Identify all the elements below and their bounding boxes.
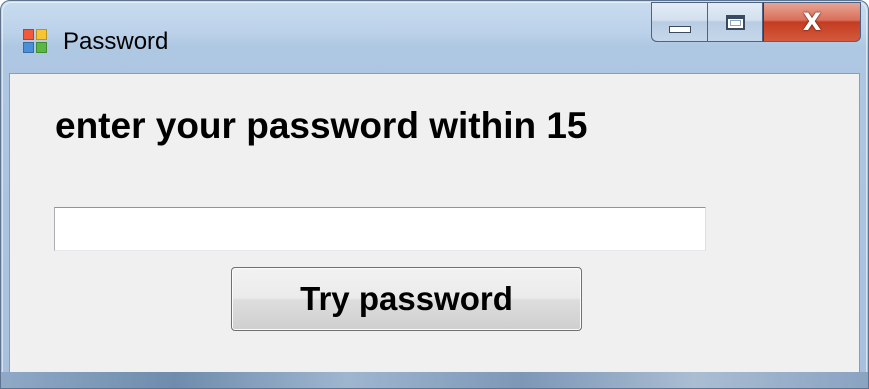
maximize-button[interactable] [707, 2, 763, 42]
caption-buttons: X [651, 2, 861, 42]
close-icon: X [802, 8, 822, 36]
title-bar[interactable]: Password X [1, 1, 868, 73]
close-button[interactable]: X [763, 2, 861, 42]
maximize-icon [725, 14, 745, 30]
password-input[interactable] [54, 207, 706, 251]
window-title: Password [63, 28, 169, 55]
minimize-button[interactable] [651, 2, 707, 42]
minimize-icon [668, 25, 691, 33]
window-bottom-frame [1, 372, 868, 388]
password-window: Password X enter your password within 15… [0, 0, 869, 389]
try-password-button[interactable]: Try password [231, 267, 582, 331]
password-prompt-label: enter your password within 15 [55, 105, 588, 146]
app-window-icon[interactable] [23, 29, 49, 55]
client-area: enter your password within 15 Try passwo… [9, 73, 860, 373]
